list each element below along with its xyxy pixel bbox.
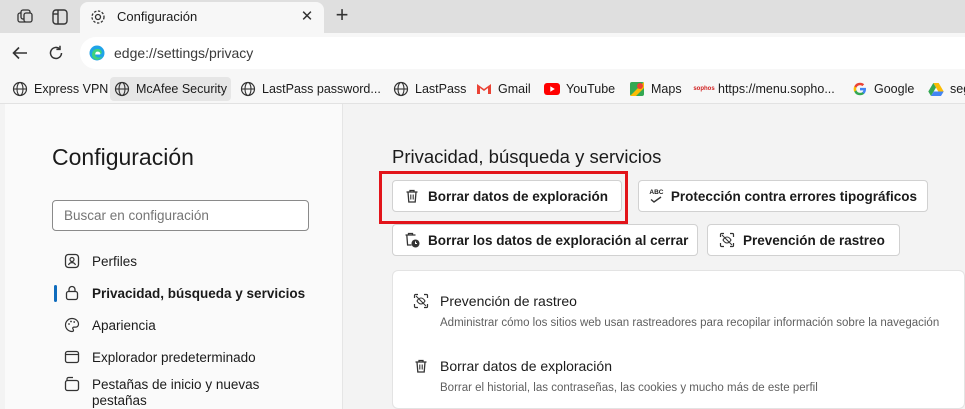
vertical-tabs-icon[interactable] bbox=[50, 7, 70, 27]
drive-icon bbox=[928, 81, 944, 97]
edge-logo-icon bbox=[89, 45, 105, 61]
settings-sidebar: Configuración Perfiles Privacidad, búsqu… bbox=[5, 104, 343, 409]
card-row-description: Borrar el historial, las contraseñas, la… bbox=[440, 382, 818, 394]
sidebar-item-label: Privacidad, búsqueda y servicios bbox=[92, 285, 306, 301]
favorite-label: McAfee Security bbox=[136, 82, 228, 96]
sidebar-item-label: Perfiles bbox=[92, 253, 138, 269]
card-row-description: Administrar cómo los sitios web usan ras… bbox=[440, 317, 940, 329]
workspaces-icon[interactable] bbox=[15, 7, 35, 27]
sidebar-item-perfiles[interactable]: Perfiles bbox=[63, 248, 323, 274]
spellcheck-icon-text: ABC bbox=[649, 189, 664, 196]
url-text: edge://settings/privacy bbox=[114, 45, 254, 61]
selected-indicator bbox=[54, 285, 57, 302]
favorite-label: Google bbox=[874, 82, 915, 96]
globe-icon bbox=[12, 81, 28, 97]
favorite-label: LastPass password... bbox=[262, 82, 381, 96]
title-bar: Configuración ✕ + bbox=[0, 0, 965, 33]
card-row-borrar-datos[interactable]: Borrar datos de exploración Borrar el hi… bbox=[413, 358, 963, 398]
google-icon bbox=[852, 81, 868, 97]
sophos-icon: sophos bbox=[693, 86, 715, 92]
gear-icon bbox=[89, 8, 107, 26]
tracking-icon bbox=[718, 231, 736, 249]
favorite-mcafee-security[interactable]: McAfee Security bbox=[110, 77, 232, 101]
globe-icon bbox=[114, 81, 130, 97]
sidebar-item-privacidad[interactable]: Privacidad, búsqueda y servicios bbox=[63, 280, 323, 306]
back-button[interactable] bbox=[9, 42, 31, 64]
sidebar-item-apariencia[interactable]: Apariencia bbox=[63, 312, 323, 338]
spellcheck-icon: ABC bbox=[649, 187, 664, 205]
favorite-lastpass[interactable]: LastPass bbox=[389, 77, 470, 101]
chip-label: Prevención de rastreo bbox=[743, 232, 885, 248]
refresh-button[interactable] bbox=[45, 42, 67, 64]
favorite-seg[interactable]: seg bbox=[924, 77, 965, 101]
favorite-label: Maps bbox=[651, 82, 682, 96]
browser-icon bbox=[63, 348, 81, 366]
trash-clock-icon bbox=[403, 231, 421, 249]
sidebar-item-label: Pestañas de inicio y nuevas bbox=[92, 376, 260, 392]
trash-icon bbox=[413, 358, 431, 376]
sidebar-item-label-line2: pestañas bbox=[92, 393, 147, 408]
navigation-bar: edge://settings/privacy bbox=[0, 33, 965, 74]
sidebar-title: Configuración bbox=[52, 144, 194, 170]
address-bar[interactable]: edge://settings/privacy bbox=[80, 37, 965, 69]
highlight-annotation bbox=[379, 171, 628, 224]
close-tab-icon[interactable]: ✕ bbox=[298, 8, 316, 26]
card-row-title: Prevención de rastreo bbox=[440, 293, 577, 309]
globe-icon bbox=[240, 81, 256, 97]
favorite-google[interactable]: Google bbox=[848, 77, 918, 101]
search-input[interactable] bbox=[52, 200, 309, 231]
chip-borrar-al-cerrar[interactable]: Borrar los datos de exploración al cerra… bbox=[392, 224, 698, 256]
favorite-maps[interactable]: Maps bbox=[625, 77, 686, 101]
chip-label: Borrar los datos de exploración al cerra… bbox=[428, 232, 689, 248]
favorite-label: LastPass bbox=[415, 82, 467, 96]
sidebar-item-label: Apariencia bbox=[92, 317, 156, 333]
new-tab-button[interactable]: + bbox=[332, 4, 352, 26]
gmail-icon bbox=[476, 81, 492, 97]
lock-icon bbox=[63, 284, 81, 302]
favorite-express-vpn[interactable]: Express VPN bbox=[8, 77, 112, 101]
favorite-label: https://menu.sopho... bbox=[718, 82, 835, 96]
tab-title: Configuración bbox=[117, 9, 198, 24]
tabs-icon bbox=[63, 375, 81, 393]
sidebar-item-explorador[interactable]: Explorador predeterminado bbox=[63, 344, 323, 370]
tab-settings[interactable]: Configuración ✕ bbox=[80, 2, 324, 33]
chip-proteccion-errores[interactable]: ABC Protección contra errores tipográfic… bbox=[638, 180, 928, 212]
youtube-icon bbox=[544, 81, 560, 97]
settings-main: Privacidad, búsqueda y servicios Borrar … bbox=[344, 104, 965, 409]
tracking-icon bbox=[413, 293, 431, 311]
favorite-label: YouTube bbox=[566, 82, 616, 96]
favorites-bar: Express VPN McAfee Security LastPass pas… bbox=[0, 74, 965, 104]
card-row-prevencion-rastreo[interactable]: Prevención de rastreo Administrar cómo l… bbox=[413, 293, 963, 333]
card-row-title: Borrar datos de exploración bbox=[440, 358, 612, 374]
privacy-card: Prevención de rastreo Administrar cómo l… bbox=[392, 270, 965, 409]
chip-label: Protección contra errores tipográficos bbox=[670, 188, 917, 204]
favorite-label: Gmail bbox=[498, 82, 531, 96]
palette-icon bbox=[63, 316, 81, 334]
globe-icon bbox=[393, 81, 409, 97]
favorite-sophos[interactable]: sophos https://menu.sopho... bbox=[692, 77, 839, 101]
favorite-gmail[interactable]: Gmail bbox=[472, 77, 535, 101]
sidebar-item-label: Explorador predeterminado bbox=[92, 349, 256, 365]
chip-prevencion-rastreo[interactable]: Prevención de rastreo bbox=[707, 224, 900, 256]
favorite-youtube[interactable]: YouTube bbox=[540, 77, 619, 101]
favorite-lastpass-password[interactable]: LastPass password... bbox=[236, 77, 385, 101]
maps-icon bbox=[629, 81, 645, 97]
page-title: Privacidad, búsqueda y servicios bbox=[392, 146, 662, 167]
favorite-label: seg bbox=[950, 82, 965, 96]
favorite-label: Express VPN bbox=[34, 82, 109, 96]
profile-icon bbox=[63, 252, 81, 270]
